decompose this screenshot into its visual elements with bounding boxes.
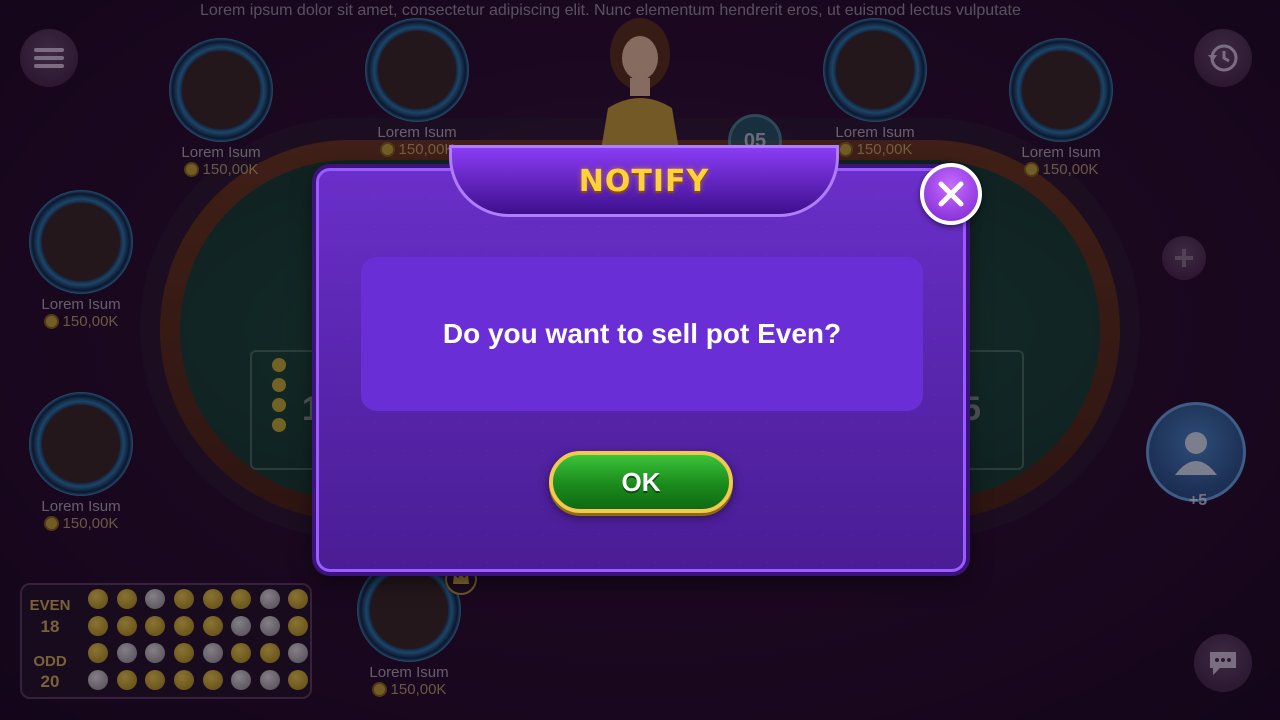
close-button[interactable] (920, 163, 982, 225)
message-panel: Do you want to sell pot Even? (361, 257, 923, 411)
notify-dialog: NOTIFY Do you want to sell pot Even? OK (316, 145, 966, 572)
dialog-title: NOTIFY (578, 163, 710, 199)
dialog-header: NOTIFY (449, 145, 839, 217)
close-icon (938, 181, 964, 207)
dialog-message: Do you want to sell pot Even? (442, 318, 842, 349)
ok-button[interactable]: OK (549, 451, 733, 513)
ok-button-label: OK (621, 466, 661, 497)
